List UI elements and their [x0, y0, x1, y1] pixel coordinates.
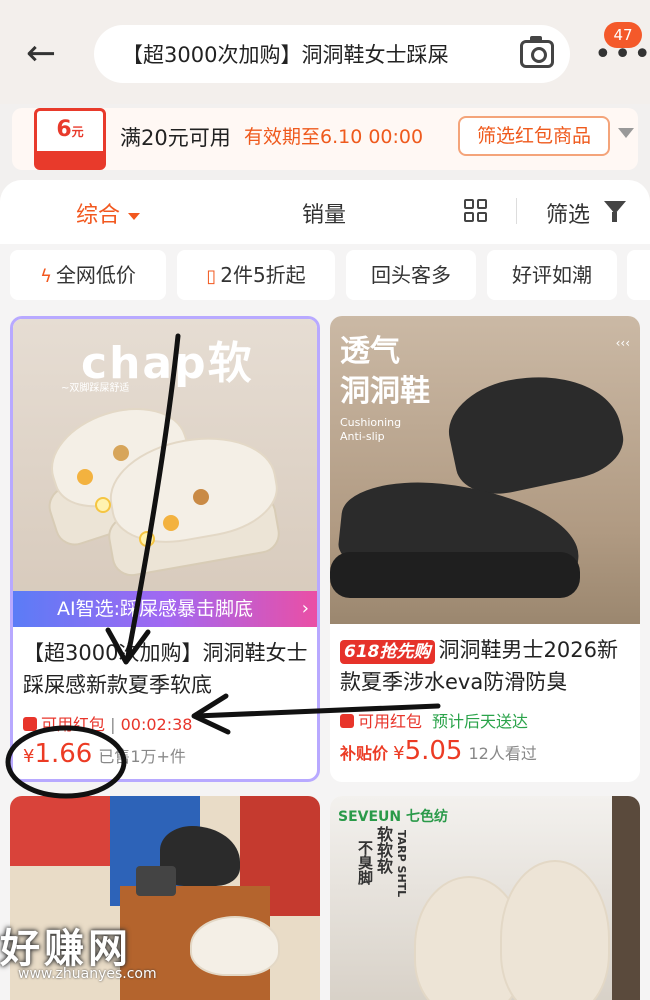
price-row: 补贴价 ¥5.05 12人看过 — [340, 736, 537, 766]
product-image: chap软 ~双脚踩屎舒适 — [13, 319, 317, 597]
product-title[interactable]: 618抢先购 洞洞鞋男士2026新款夏季涉水eva防滑防臭 — [340, 634, 636, 698]
chip-discount[interactable]: ▯ 2件5折起 — [177, 250, 335, 300]
chevron-right-icon: › — [301, 598, 309, 619]
sort-sales[interactable]: 销量 — [302, 197, 346, 229]
image-tagline: ~双脚踩屎舒适 — [61, 383, 130, 394]
product-meta: 可用红包 预计后天送达 — [340, 708, 528, 732]
image-sub: Anti-slip — [340, 430, 385, 443]
coupon-amount: 6 — [56, 117, 72, 142]
search-query-text: 【超3000次加购】洞洞鞋女士踩屎 — [122, 43, 449, 67]
camera-icon[interactable] — [520, 36, 554, 68]
caret-down-icon — [128, 212, 141, 220]
image-logo: SEVEUN 七色纺 — [338, 809, 449, 825]
clog-shape — [190, 916, 280, 976]
red-panel-shape — [10, 796, 110, 866]
delivery-estimate: 预计后天送达 — [432, 712, 529, 731]
chevron-icon: ‹‹‹ — [615, 336, 630, 350]
price-label: 补贴价 — [340, 744, 389, 763]
chair-shape — [612, 796, 640, 1000]
product-image: 透气洞洞鞋 Cushioning Anti-slip ‹‹‹ — [330, 316, 640, 624]
charm-icon — [113, 445, 129, 461]
charm-icon — [139, 531, 155, 547]
shoe-sole-shape — [330, 552, 580, 598]
product-image: SEVEUN 七色纺 软软软 不臭脚 TARP SHTL — [330, 796, 640, 1000]
ai-pick-label: AI智选:踩屎感暴击脚底 — [57, 598, 254, 620]
notification-badge: 47 — [604, 22, 642, 48]
search-query[interactable]: 【超3000次加购】洞洞鞋女士踩屎 — [122, 39, 510, 69]
coupon-unit: 元 — [71, 125, 84, 139]
search-box[interactable]: 【超3000次加购】洞洞鞋女士踩屎 — [94, 25, 570, 83]
coupon-tag: 可用红包 — [41, 715, 106, 734]
currency-symbol: ¥ — [23, 746, 35, 767]
lightning-icon: ϟ — [40, 266, 52, 287]
more-options-icon[interactable]: ••• — [594, 40, 650, 70]
tag-icon: ▯ — [206, 266, 217, 287]
image-headline: 透气 — [340, 334, 400, 369]
price: 5.05 — [404, 736, 463, 766]
coupon-tag: 可用红包 — [358, 712, 423, 731]
image-vertical-text: 不臭脚 — [356, 840, 374, 885]
product-title[interactable]: 【超3000次加购】洞洞鞋女士踩屎感新款夏季软底 — [23, 637, 317, 701]
chip-label: 2件5折起 — [220, 263, 306, 287]
red-packet-icon: 6元 — [34, 108, 106, 170]
viewer-count: 12人看过 — [468, 744, 537, 763]
chip-label: 全网低价 — [55, 263, 136, 287]
back-arrow-icon[interactable]: ← — [26, 34, 66, 74]
chip-label: 好评如潮 — [512, 263, 592, 287]
grid-view-icon[interactable] — [464, 199, 488, 223]
chip-more[interactable] — [627, 250, 650, 300]
sort-filter[interactable]: 筛选 — [546, 197, 590, 229]
chip-repeat-customers[interactable]: 回头客多 — [346, 250, 476, 300]
watermark-url: www.zhuanyes.com — [18, 966, 157, 982]
product-meta: 可用红包 | 00:02:38 — [23, 711, 192, 735]
image-sub: Cushioning — [340, 416, 402, 429]
chevron-down-icon[interactable] — [618, 128, 634, 138]
price: 1.66 — [34, 739, 93, 769]
red-packet-icon — [23, 717, 37, 731]
sort-comprehensive[interactable]: 综合 — [76, 197, 141, 229]
divider — [516, 198, 517, 224]
red-packet-icon — [340, 714, 354, 728]
product-card[interactable]: chap软 ~双脚踩屎舒适 AI智选:踩屎感暴击脚底 › 【超3000次加购】洞… — [10, 316, 320, 782]
image-headline: 洞洞鞋 — [340, 374, 430, 409]
promo-tag: 618抢先购 — [340, 640, 435, 664]
ai-pick-banner[interactable]: AI智选:踩屎感暴击脚底 › — [13, 591, 317, 627]
sort-comprehensive-label: 综合 — [76, 203, 121, 228]
coupon-expiry: 有效期至6.10 00:00 — [244, 126, 424, 148]
camera-shape — [136, 866, 176, 896]
charm-icon — [77, 469, 93, 485]
charm-icon — [95, 497, 111, 513]
price-row: ¥1.66 已售1万+件 — [23, 739, 186, 769]
image-vertical-text: 软软软 — [374, 826, 393, 874]
chip-good-reviews[interactable]: 好评如潮 — [487, 250, 617, 300]
chip-label: 回头客多 — [371, 263, 451, 287]
product-card[interactable]: SEVEUN 七色纺 软软软 不臭脚 TARP SHTL — [330, 796, 640, 1000]
filter-coupon-products-button[interactable]: 筛选红包商品 — [458, 116, 610, 156]
product-card[interactable]: 透气洞洞鞋 Cushioning Anti-slip ‹‹‹ 618抢先购 洞洞鞋男… — [330, 316, 640, 782]
image-vertical-text: TARP SHTL — [395, 830, 408, 898]
clog-shape — [500, 860, 610, 1000]
coupon-condition: 满20元可用 — [120, 126, 231, 150]
filter-funnel-icon[interactable] — [604, 201, 626, 222]
shoe-shape — [440, 359, 630, 503]
countdown: 00:02:38 — [120, 715, 193, 734]
chip-lowest-price[interactable]: ϟ 全网低价 — [10, 250, 166, 300]
charm-icon — [193, 489, 209, 505]
charm-icon — [163, 515, 179, 531]
coupon-strip: 6元 满20元可用 有效期至6.10 00:00 筛选红包商品 — [12, 108, 638, 170]
currency-symbol: ¥ — [393, 743, 405, 764]
sold-count: 已售1万+件 — [98, 747, 186, 766]
